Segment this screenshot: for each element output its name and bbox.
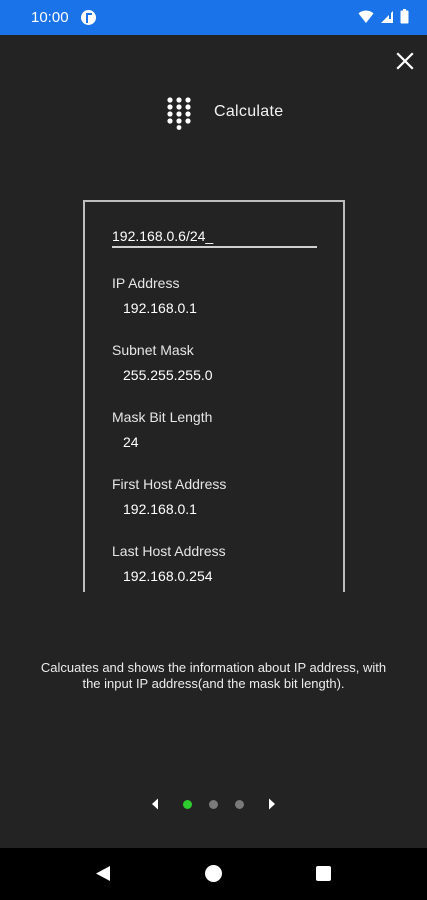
home-icon[interactable]	[205, 865, 222, 882]
field-label-ip-address: IP Address	[112, 275, 180, 291]
cellular-signal-icon	[381, 10, 393, 23]
page-header: Calculate	[0, 96, 427, 130]
page-dot-2[interactable]	[209, 800, 218, 809]
field-value-first-host: 192.168.0.1	[123, 501, 197, 517]
wifi-icon	[358, 10, 374, 23]
field-label-mask-bit-length: Mask Bit Length	[112, 409, 213, 425]
status-icons	[358, 9, 409, 24]
status-time: 10:00	[31, 9, 69, 26]
field-label-last-host: Last Host Address	[112, 543, 226, 559]
dialpad-icon	[167, 97, 191, 130]
app-notification-icon	[81, 10, 96, 25]
page-title: Calculate	[214, 103, 284, 120]
field-value-subnet-mask: 255.255.255.0	[123, 367, 213, 383]
feature-description: Calcuates and shows the information abou…	[40, 660, 387, 691]
field-label-first-host: First Host Address	[112, 476, 227, 492]
page-dot-1[interactable]	[183, 800, 192, 809]
next-page-button[interactable]	[268, 798, 276, 810]
input-underline	[112, 246, 317, 248]
status-bar: 10:00	[0, 0, 427, 35]
field-value-mask-bit-length: 24	[123, 434, 139, 450]
recents-icon[interactable]	[316, 866, 331, 881]
page-indicator	[0, 795, 427, 815]
page-dot-3[interactable]	[235, 800, 244, 809]
ip-address-input[interactable]: 192.168.0.6/24_	[112, 228, 317, 248]
field-value-ip-address: 192.168.0.1	[123, 300, 197, 316]
field-label-subnet-mask: Subnet Mask	[112, 342, 194, 358]
calculator-preview: 192.168.0.6/24_ IP Address 192.168.0.1 S…	[83, 200, 345, 592]
previous-page-button[interactable]	[151, 798, 159, 810]
close-icon	[396, 52, 414, 70]
close-button[interactable]	[393, 49, 417, 73]
field-value-last-host: 192.168.0.254	[123, 568, 213, 584]
battery-icon	[400, 9, 409, 24]
back-icon[interactable]	[95, 865, 111, 882]
system-nav-bar	[0, 848, 427, 900]
